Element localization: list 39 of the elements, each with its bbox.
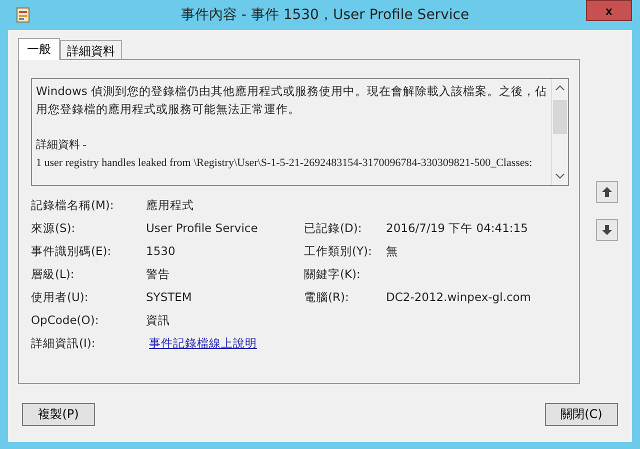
field-label: 層級(L): [31, 267, 76, 282]
scroll-down-icon[interactable] [555, 173, 565, 179]
field-label: 事件識別碼(E): [31, 244, 112, 259]
field-label: 記錄檔名稱(M): [31, 198, 115, 213]
previous-button[interactable] [596, 181, 618, 203]
details-text: 詳細資料 - [36, 138, 88, 153]
field-label: 使用者(U): [31, 290, 90, 305]
field-value: 1530 [146, 244, 176, 259]
description-text: Windows 偵測到您的登錄檔仍由其他應用程式或服務使用中。現在會解除載入該檔案。之後，佔用您登錄檔的應用程式或服務可能無法正常運作。 [36, 83, 547, 118]
down-arrow-icon [601, 224, 613, 236]
field-label: 電腦(R): [304, 290, 350, 305]
field-value: 警告 [146, 267, 171, 282]
details-text: 1 user registry handles leaked from \Registry\User\S-1-5-21-2692483154-3170096784-330309821-500_Classes: [36, 156, 534, 171]
next-button[interactable] [596, 219, 618, 241]
scroll-thumb[interactable] [553, 100, 567, 134]
field-value: DC2-2012.winpex-gl.com [386, 290, 532, 305]
field-value: 無 [386, 244, 399, 259]
field-label: 關鍵字(K): [304, 267, 362, 282]
scrollbar[interactable] [551, 79, 568, 185]
scroll-up-icon[interactable] [555, 85, 565, 91]
dialog-button[interactable]: 關閉(C) [545, 402, 618, 426]
help-link[interactable]: 事件記錄檔線上說明 [149, 336, 304, 351]
tab[interactable]: 詳細資料 [60, 40, 122, 59]
field-label: 來源(S): [31, 221, 76, 236]
app-icon [16, 7, 30, 23]
field-value: 應用程式 [146, 198, 195, 213]
field-value: User Profile Service [146, 221, 259, 236]
close-button[interactable]: x [586, 0, 632, 21]
field-label: 已記錄(D): [304, 221, 363, 236]
field-value: SYSTEM [146, 290, 193, 305]
window-title: 事件內容 - 事件 1530，User Profile Service [180, 6, 470, 24]
field-label: 工作類別(Y): [304, 244, 373, 259]
dialog-button[interactable]: 複製(P) [22, 402, 95, 426]
tab[interactable]: 一般 [18, 38, 60, 60]
up-arrow-icon [601, 186, 613, 198]
field-label: 詳細資訊(I): [31, 336, 96, 351]
field-value: 資訊 [146, 313, 171, 328]
field-value: 2016/7/19 下午 04:41:15 [386, 221, 529, 236]
field-label: OpCode(O): [31, 313, 100, 328]
